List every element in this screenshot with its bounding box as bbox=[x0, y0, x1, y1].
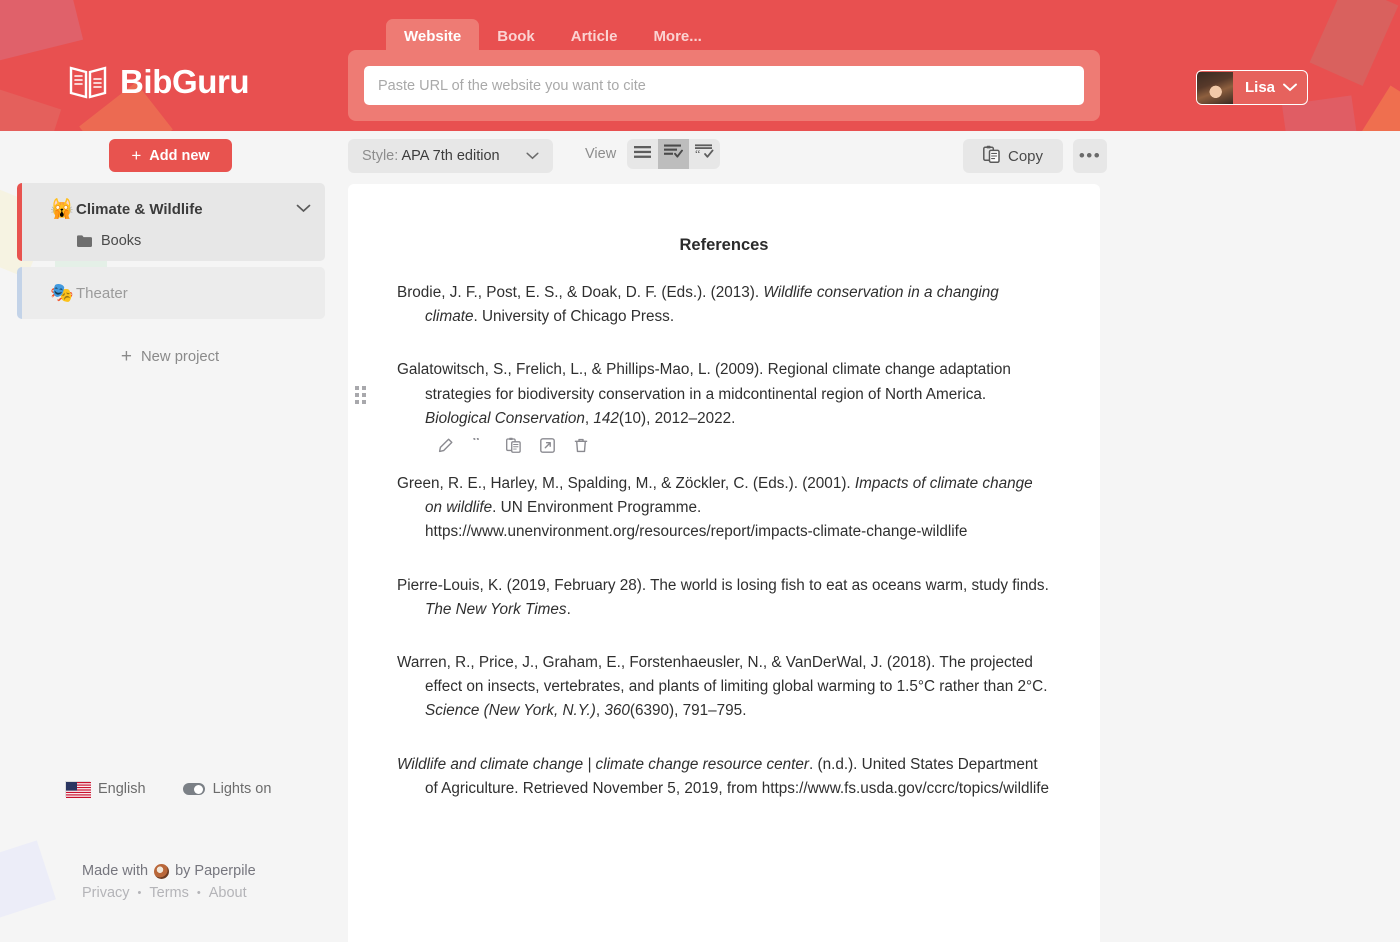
reference-text: Galatowitsch, S., Frelich, L., & Phillip… bbox=[397, 361, 1011, 426]
svg-text:“: “ bbox=[695, 147, 700, 159]
sidebar-footer: English Lights on Made with by Paperpile… bbox=[0, 781, 340, 797]
project-list: 🙀 Climate & Wildlife Books 🎭 Theater bbox=[17, 183, 325, 325]
open-book-icon bbox=[68, 64, 108, 100]
decorative-shape bbox=[1356, 86, 1400, 131]
made-with-credit: Made with by Paperpile bbox=[82, 863, 256, 879]
brand-name: BibGuru bbox=[120, 63, 249, 101]
view-switcher: View bbox=[585, 139, 720, 169]
clipboard-icon[interactable] bbox=[506, 437, 521, 453]
project-header[interactable]: 🙀 Climate & Wildlife bbox=[22, 193, 325, 225]
user-menu[interactable]: Lisa bbox=[1196, 70, 1308, 105]
plus-icon: + bbox=[131, 147, 141, 164]
separator: • bbox=[197, 887, 201, 899]
link-terms[interactable]: Terms bbox=[149, 885, 188, 901]
style-value: APA 7th edition bbox=[402, 148, 500, 164]
link-privacy[interactable]: Privacy bbox=[82, 885, 130, 901]
quote-icon[interactable]: “ bbox=[472, 438, 487, 453]
chevron-down-icon[interactable] bbox=[296, 200, 311, 218]
sidebar-project-climate-wildlife[interactable]: 🙀 Climate & Wildlife Books bbox=[17, 183, 325, 261]
project-emoji: 🎭 bbox=[50, 281, 76, 305]
add-new-button[interactable]: + Add new bbox=[109, 139, 232, 172]
toggle-icon bbox=[183, 783, 205, 795]
reference-text: Pierre-Louis, K. (2019, February 28). Th… bbox=[397, 577, 1049, 618]
new-project-button[interactable]: + New project bbox=[0, 347, 340, 366]
view-mode-list[interactable] bbox=[627, 139, 658, 169]
user-name: Lisa bbox=[1233, 79, 1283, 96]
avatar bbox=[1197, 72, 1233, 104]
reference-entry[interactable]: Galatowitsch, S., Frelich, L., & Phillip… bbox=[397, 358, 1051, 453]
copy-label: Copy bbox=[1008, 148, 1043, 165]
view-mode-bibliography[interactable] bbox=[658, 139, 689, 169]
reference-entry[interactable]: Warren, R., Price, J., Graham, E., Forst… bbox=[397, 651, 1051, 724]
search-input[interactable] bbox=[364, 66, 1084, 105]
decorative-shape bbox=[0, 0, 83, 63]
sidebar-project-theater[interactable]: 🎭 Theater bbox=[17, 267, 325, 319]
search-container bbox=[348, 50, 1100, 121]
reference-action-bar: “ bbox=[438, 437, 1051, 453]
new-project-label: New project bbox=[141, 349, 219, 365]
app-body: + Add new 🙀 Climate & Wildlife Books bbox=[0, 131, 1400, 942]
chevron-down-icon bbox=[1283, 83, 1297, 92]
view-label: View bbox=[585, 146, 616, 162]
made-with-prefix: Made with bbox=[82, 863, 148, 879]
reference-text: Wildlife and climate change | climate ch… bbox=[397, 756, 1049, 797]
reference-entry[interactable]: Pierre-Louis, K. (2019, February 28). Th… bbox=[397, 574, 1051, 622]
style-label: Style: bbox=[362, 148, 398, 164]
us-flag-icon bbox=[65, 781, 90, 797]
document-panel: References Brodie, J. F., Post, E. S., &… bbox=[348, 184, 1100, 942]
add-new-label: Add new bbox=[149, 148, 209, 164]
separator: • bbox=[138, 887, 142, 899]
reference-text: Green, R. E., Harley, M., Spalding, M., … bbox=[397, 475, 1033, 540]
trash-icon[interactable] bbox=[574, 438, 588, 453]
lights-label: Lights on bbox=[213, 781, 272, 797]
drag-handle[interactable] bbox=[355, 386, 366, 404]
project-title: Theater bbox=[76, 285, 311, 302]
footer-links: Privacy • Terms • About bbox=[82, 885, 247, 901]
copy-button[interactable]: Copy bbox=[963, 139, 1063, 173]
external-link-icon[interactable] bbox=[540, 438, 555, 453]
project-emoji: 🙀 bbox=[50, 197, 76, 221]
folder-label: Books bbox=[101, 233, 141, 249]
more-options-button[interactable]: ••• bbox=[1073, 139, 1107, 173]
clipboard-icon bbox=[983, 145, 1000, 167]
sidebar-folder-books[interactable]: Books bbox=[22, 225, 325, 251]
app-header: BibGuru Website Book Article More... Lis… bbox=[0, 0, 1400, 131]
decorative-shape bbox=[1310, 0, 1399, 86]
link-about[interactable]: About bbox=[209, 885, 247, 901]
lights-toggle[interactable]: Lights on bbox=[183, 781, 272, 797]
lines-check-icon bbox=[664, 144, 683, 164]
page-title: References bbox=[348, 184, 1100, 255]
project-title: Climate & Wildlife bbox=[76, 201, 296, 218]
view-mode-citation[interactable]: “ bbox=[689, 139, 720, 169]
ellipsis-icon: ••• bbox=[1079, 146, 1101, 166]
plus-icon: + bbox=[121, 347, 132, 366]
reference-text: Brodie, J. F., Post, E. S., & Doak, D. F… bbox=[397, 284, 999, 325]
reference-list: Brodie, J. F., Post, E. S., & Doak, D. F… bbox=[348, 255, 1100, 801]
svg-text:“: “ bbox=[473, 438, 481, 451]
pencil-icon[interactable] bbox=[438, 438, 453, 453]
folder-icon bbox=[77, 235, 92, 247]
paperpile-icon bbox=[154, 864, 169, 879]
reference-text: Warren, R., Price, J., Graham, E., Forst… bbox=[397, 654, 1047, 719]
app-logo[interactable]: BibGuru bbox=[68, 63, 249, 101]
citation-style-select[interactable]: Style: APA 7th edition bbox=[348, 139, 553, 173]
language-label[interactable]: English bbox=[98, 781, 146, 797]
reference-entry[interactable]: Green, R. E., Harley, M., Spalding, M., … bbox=[397, 472, 1051, 545]
reference-entry[interactable]: Wildlife and climate change | climate ch… bbox=[397, 753, 1051, 801]
sidebar-footer-row: English Lights on bbox=[0, 781, 340, 797]
chevron-down-icon bbox=[526, 147, 539, 165]
decorative-shape bbox=[0, 85, 61, 131]
document-toolbar: Style: APA 7th edition View bbox=[348, 139, 1100, 175]
made-with-suffix: by Paperpile bbox=[175, 863, 256, 879]
quote-check-icon: “ bbox=[695, 144, 714, 164]
project-header[interactable]: 🎭 Theater bbox=[22, 277, 325, 309]
reference-entry[interactable]: Brodie, J. F., Post, E. S., & Doak, D. F… bbox=[397, 281, 1051, 329]
sidebar: + Add new 🙀 Climate & Wildlife Books bbox=[0, 131, 340, 942]
list-lines-icon bbox=[634, 145, 651, 164]
